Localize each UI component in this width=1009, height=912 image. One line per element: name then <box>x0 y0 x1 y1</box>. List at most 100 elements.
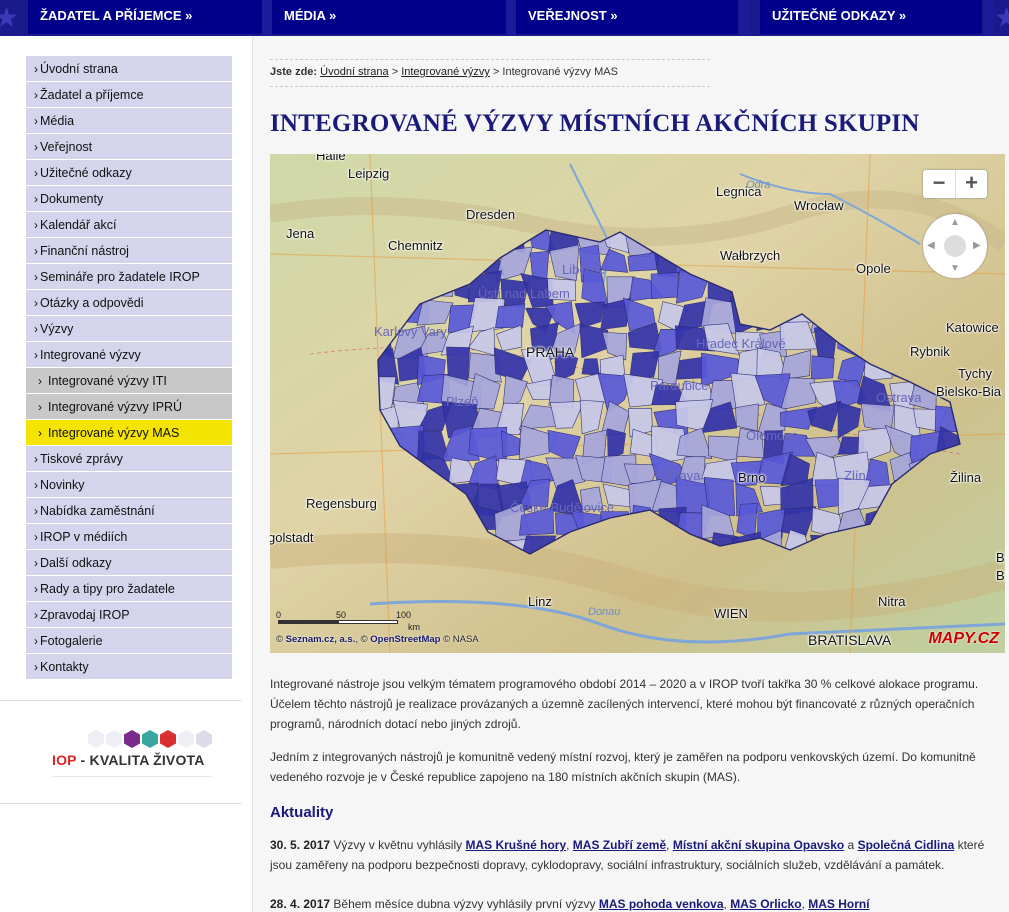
chevron-right-icon: › <box>34 244 38 258</box>
chevron-right-icon: › <box>34 660 38 674</box>
sidebar-item-irop-v-mediich[interactable]: › IROP v médiích <box>26 524 232 550</box>
map-city-label: By <box>996 568 1005 583</box>
scale-label: 0 <box>276 610 282 620</box>
sidebar-item-zadatel-a-prijemce[interactable]: › Žadatel a příjemce <box>26 82 232 108</box>
logo-text: IOP - KVALITA ŽIVOTA <box>52 752 205 768</box>
zoom-in-button[interactable]: + <box>955 170 987 198</box>
sidebar-item-label: Veřejnost <box>40 140 93 154</box>
map-city-label: České Budějovice <box>510 500 615 515</box>
hexagon-icon <box>88 730 104 748</box>
news-heading: Aktuality <box>270 804 334 821</box>
sidebar-menu: › Úvodní strana › Žadatel a příjemce › Média ›… <box>26 56 232 680</box>
breadcrumb-link-home[interactable]: Úvodní strana <box>320 66 388 78</box>
map-pan-control[interactable]: ▲ ▼ ◀ ▶ <box>923 214 987 278</box>
hexagon-icon <box>196 730 212 748</box>
topnav-tab-zadatel[interactable]: ŽADATEL A PŘÍJEMCE » <box>28 0 270 34</box>
sidebar-item-rady-a-tipy[interactable]: › Rady a tipy pro žadatele <box>26 576 232 602</box>
pan-center-icon[interactable] <box>944 235 966 257</box>
pan-right-icon[interactable]: ▶ <box>973 240 981 251</box>
news-link-mas-zubri-zeme[interactable]: MAS Zubří země <box>573 838 666 852</box>
sidebar-item-label: Rady a tipy pro žadatele <box>40 582 175 596</box>
topnav-tab-verejnost[interactable]: VEŘEJNOST » <box>516 0 738 34</box>
sidebar-item-integrovane-vyzvy-ipru[interactable]: › Integrované výzvy IPRÚ <box>26 394 232 420</box>
chevron-right-icon: › <box>34 504 38 518</box>
sidebar-item-label: IROP v médiích <box>40 530 128 544</box>
chevron-right-icon: › <box>38 374 42 388</box>
sidebar-item-media[interactable]: › Média <box>26 108 232 134</box>
map-city-label: Leipzig <box>348 166 390 181</box>
mas-map[interactable]: Halle Leipzig Dresden Legnica Wrocław Jena Che… <box>270 154 1005 653</box>
pan-up-icon[interactable]: ▲ <box>950 217 960 228</box>
map-city-label: Hradec Králové <box>696 336 786 351</box>
sidebar-item-uvodni-strana[interactable]: › Úvodní strana <box>26 56 232 82</box>
sidebar-item-integrovane-vyzvy-mas[interactable]: › Integrované výzvy MAS <box>26 420 232 446</box>
news-link-mas-orlicko[interactable]: MAS Orlicko <box>730 897 801 911</box>
breadcrumb-separator: > <box>492 66 500 78</box>
sidebar-divider <box>0 700 242 701</box>
sidebar-item-novinky[interactable]: › Novinky <box>26 472 232 498</box>
sidebar-item-uzitecne-odkazy[interactable]: › Užitečné odkazy <box>26 160 232 186</box>
topnav-separator <box>506 0 516 36</box>
chevron-right-icon: › <box>34 608 38 622</box>
sidebar-item-financni-nastroj[interactable]: › Finanční nástroj <box>26 238 232 264</box>
iop-kvalita-zivota-logo[interactable]: IOP - KVALITA ŽIVOTA <box>52 728 222 784</box>
map-city-label: BRATISLAVA <box>808 632 892 648</box>
map-city-label: Pardubice <box>650 378 709 393</box>
map-zoom-control: − + <box>923 170 987 198</box>
news-link-mas-krusne-hory[interactable]: MAS Krušné hory <box>465 838 566 852</box>
news-link-mas-pohoda-venkova[interactable]: MAS pohoda venkova <box>599 897 724 911</box>
star-decoration-icon: ★ <box>994 2 1009 33</box>
copyright-seznam-link[interactable]: Seznam.cz, a.s. <box>286 634 356 645</box>
topnav-tab-media[interactable]: MÉDIA » <box>272 0 514 34</box>
sidebar-item-otazky-a-odpovedi[interactable]: › Otázky a odpovědi <box>26 290 232 316</box>
hexagon-icon <box>124 730 140 748</box>
sidebar-item-kontakty[interactable]: › Kontakty <box>26 654 232 680</box>
sidebar-item-label: Finanční nástroj <box>40 244 129 258</box>
news-link-mas-horni[interactable]: MAS Horní <box>808 897 869 911</box>
pan-left-icon[interactable]: ◀ <box>927 240 935 251</box>
pan-down-icon[interactable]: ▼ <box>950 263 960 274</box>
chevron-right-icon: › <box>34 114 38 128</box>
sidebar-item-tiskove-zpravy[interactable]: › Tiskové zprávy <box>26 446 232 472</box>
sidebar-item-label: Úvodní strana <box>40 62 118 76</box>
sidebar-item-dokumenty[interactable]: › Dokumenty <box>26 186 232 212</box>
sidebar-item-dalsi-odkazy[interactable]: › Další odkazy <box>26 550 232 576</box>
map-city-label: Jena <box>286 226 315 241</box>
map-city-label: Opole <box>856 261 891 276</box>
sidebar-item-label: Tiskové zprávy <box>40 452 123 466</box>
page-title: INTEGROVANÉ VÝZVY MÍSTNÍCH AKČNÍCH SKUPI… <box>270 110 920 137</box>
sidebar-item-label: Výzvy <box>40 322 74 336</box>
breadcrumb: Jste zde: Úvodní strana > Integrované vý… <box>270 66 618 78</box>
news-link-mas-opavsko[interactable]: Místní akční skupina Opavsko <box>673 838 844 852</box>
sidebar-item-label: Další odkazy <box>40 556 112 570</box>
map-city-label: Chemnitz <box>388 238 443 253</box>
sidebar-item-verejnost[interactable]: › Veřejnost <box>26 134 232 160</box>
sidebar-item-kalendar-akci[interactable]: › Kalendář akcí <box>26 212 232 238</box>
copyright-osm-link[interactable]: OpenStreetMap <box>370 634 440 645</box>
news-date: 30. 5. 2017 <box>270 838 331 852</box>
sidebar-item-label: Kalendář akcí <box>40 218 117 232</box>
breadcrumb-link-parent[interactable]: Integrované výzvy <box>401 66 490 78</box>
sidebar-item-vyzvy[interactable]: › Výzvy <box>26 316 232 342</box>
map-city-label: Karlovy Vary <box>374 324 447 339</box>
mapy-cz-logo[interactable]: MAPY.CZ <box>928 630 999 648</box>
sidebar-item-fotogalerie[interactable]: › Fotogalerie <box>26 628 232 654</box>
sidebar-item-integrovane-vyzvy[interactable]: › Integrované výzvy <box>26 342 232 368</box>
sidebar-item-label: Semináře pro žadatele IROP <box>40 270 200 284</box>
sidebar-item-integrovane-vyzvy-iti[interactable]: › Integrované výzvy ITI <box>26 368 232 394</box>
topnav-tab-uzitecne-odkazy[interactable]: UŽITEČNÉ ODKAZY » <box>760 0 982 34</box>
news-link-spolecna-cidlina[interactable]: Společná Cidlina <box>858 838 955 852</box>
map-city-label: Zlín <box>844 468 866 483</box>
sidebar-item-seminare-pro-zadatele[interactable]: › Semináře pro žadatele IROP <box>26 264 232 290</box>
hexagon-icon <box>178 730 194 748</box>
chevron-right-icon: › <box>34 218 38 232</box>
sidebar-item-zpravodaj-irop[interactable]: › Zpravodaj IROP <box>26 602 232 628</box>
top-navigation: ★ ŽADATEL A PŘÍJEMCE » MÉDIA » VEŘEJNOST… <box>0 0 1009 36</box>
news-item: 30. 5. 2017 Výzvy v květnu vyhlásily MAS… <box>270 838 985 872</box>
chevron-right-icon: › <box>34 634 38 648</box>
sidebar-divider <box>0 803 242 804</box>
zoom-out-button[interactable]: − <box>923 170 955 198</box>
topnav-separator <box>262 0 272 36</box>
map-copyright: © Seznam.cz, a.s., © OpenStreetMap © NAS… <box>276 634 479 645</box>
sidebar-item-nabidka-zamestnani[interactable]: › Nabídka zaměstnání <box>26 498 232 524</box>
